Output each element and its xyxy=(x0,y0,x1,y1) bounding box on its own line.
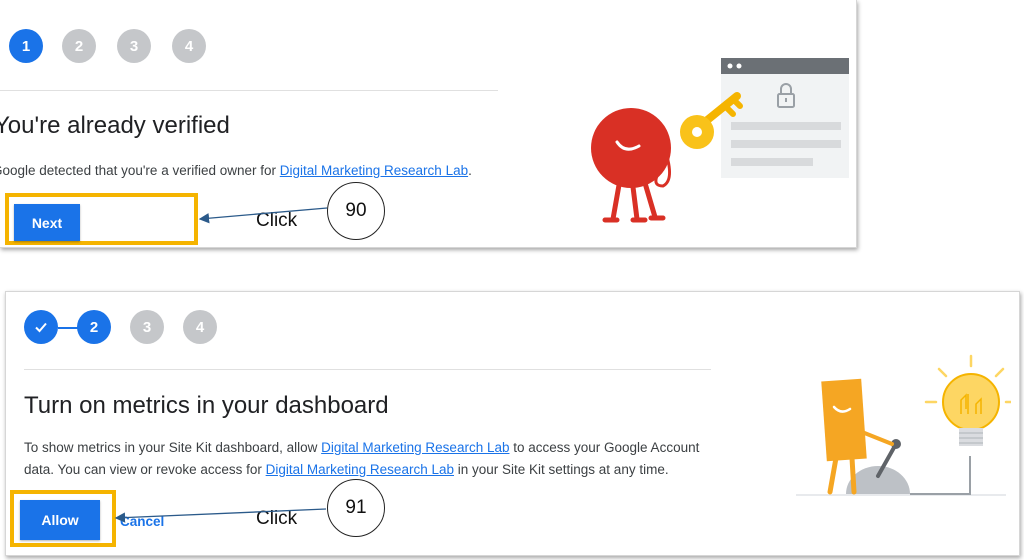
permission-message-line-1: To show metrics in your Site Kit dashboa… xyxy=(24,437,699,459)
checkmark-icon xyxy=(35,322,47,333)
verified-step-panel: 1 2 3 4 You're already verified Google d… xyxy=(0,0,857,248)
verified-illustration xyxy=(591,58,849,223)
metrics-illustration xyxy=(796,354,1011,496)
message-text: in your Site Kit settings at any time. xyxy=(453,462,669,477)
cancel-button[interactable]: Cancel xyxy=(120,514,164,529)
click-annotation: Click xyxy=(256,210,298,231)
step-3-indicator: 3 xyxy=(130,310,164,344)
next-button[interactable]: Next xyxy=(14,204,80,241)
step-1-complete-indicator xyxy=(24,310,58,344)
divider xyxy=(0,90,498,91)
site-link[interactable]: Digital Marketing Research Lab xyxy=(321,440,509,455)
step-2-indicator: 2 xyxy=(77,310,111,344)
site-link[interactable]: Digital Marketing Research Lab xyxy=(280,163,468,178)
allow-button[interactable]: Allow xyxy=(20,500,100,540)
message-text: to access your Google Account xyxy=(509,440,700,455)
step-4-indicator: 4 xyxy=(183,310,217,344)
message-text: To show metrics in your Site Kit dashboa… xyxy=(24,440,322,455)
page-title: You're already verified xyxy=(0,112,230,139)
step-4-indicator: 4 xyxy=(172,29,206,63)
permission-message-line-2: data. You can view or revoke access for … xyxy=(24,459,669,481)
step-2-indicator: 2 xyxy=(62,29,96,63)
page-title: Turn on metrics in your dashboard xyxy=(24,392,389,419)
site-link[interactable]: Digital Marketing Research Lab xyxy=(266,462,454,477)
step-number-callout: 90 xyxy=(327,182,385,240)
metrics-step-panel: 2 3 4 Turn on metrics in your dashboard … xyxy=(5,291,1020,556)
step-3-indicator: 3 xyxy=(117,29,151,63)
click-annotation: Click xyxy=(256,508,298,529)
lightbulb-icon xyxy=(924,354,1011,446)
verification-message: Google detected that you're a verified o… xyxy=(0,160,472,182)
step-connector xyxy=(58,327,78,329)
step-1-indicator: 1 xyxy=(9,29,43,63)
message-text: Google detected that you're a verified o… xyxy=(0,163,280,178)
step-number-callout: 91 xyxy=(327,479,385,537)
message-suffix: . xyxy=(468,163,472,178)
divider xyxy=(24,369,711,370)
message-text: data. You can view or revoke access for xyxy=(24,462,266,477)
